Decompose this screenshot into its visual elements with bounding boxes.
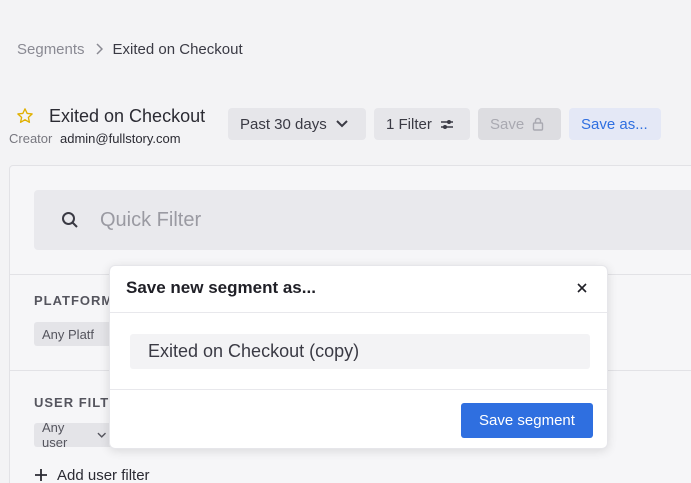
filter-count-label: 1 Filter (386, 115, 432, 133)
plus-icon (35, 469, 47, 481)
breadcrumb-current: Exited on Checkout (112, 40, 243, 58)
breadcrumb: Segments Exited on Checkout (17, 39, 243, 59)
search-icon (61, 211, 79, 229)
quick-filter-input[interactable]: Quick Filter (34, 190, 691, 250)
save-as-button[interactable]: Save as... (569, 108, 661, 140)
add-user-filter-button[interactable]: Add user filter (34, 464, 150, 483)
modal-title: Save new segment as... (126, 278, 316, 297)
chevron-right-icon (95, 43, 103, 55)
add-user-filter-label: Add user filter (57, 466, 150, 483)
lock-icon (533, 117, 544, 131)
date-range-label: Past 30 days (240, 115, 327, 133)
platform-chip-label: Any Platf (42, 326, 95, 342)
save-as-label: Save as... (581, 115, 648, 133)
close-icon[interactable] (575, 281, 589, 295)
modal-footer-divider (110, 389, 607, 390)
filter-sliders-icon (440, 120, 453, 129)
save-segment-button[interactable]: Save segment (461, 403, 593, 438)
segment-name-input[interactable] (130, 334, 590, 369)
save-segment-modal: Save new segment as... Save segment (109, 265, 608, 449)
quick-filter-placeholder: Quick Filter (100, 208, 202, 231)
date-range-dropdown[interactable]: Past 30 days (228, 108, 366, 140)
filter-button[interactable]: 1 Filter (374, 108, 470, 140)
star-icon[interactable] (16, 107, 34, 125)
user-chip[interactable]: Any user (34, 420, 114, 450)
segment-title-row: Exited on Checkout (16, 104, 205, 128)
user-filters-section-label: USER FILTE (34, 395, 119, 410)
platform-chip[interactable]: Any Platf (34, 322, 114, 346)
user-chip-label: Any user (42, 420, 68, 450)
save-label: Save (490, 115, 525, 133)
save-button[interactable]: Save (478, 108, 561, 140)
chevron-down-icon (96, 432, 106, 438)
modal-header-divider (110, 312, 607, 313)
creator-label: Creator (9, 131, 53, 146)
creator-value: admin@fullstory.com (59, 131, 181, 146)
platform-section-label: PLATFORM (34, 293, 114, 308)
chevron-down-icon (336, 120, 348, 128)
creator-info: Creator admin@fullstory.com (9, 131, 181, 146)
breadcrumb-segments-link[interactable]: Segments (17, 41, 85, 58)
page-title: Exited on Checkout (49, 105, 206, 126)
